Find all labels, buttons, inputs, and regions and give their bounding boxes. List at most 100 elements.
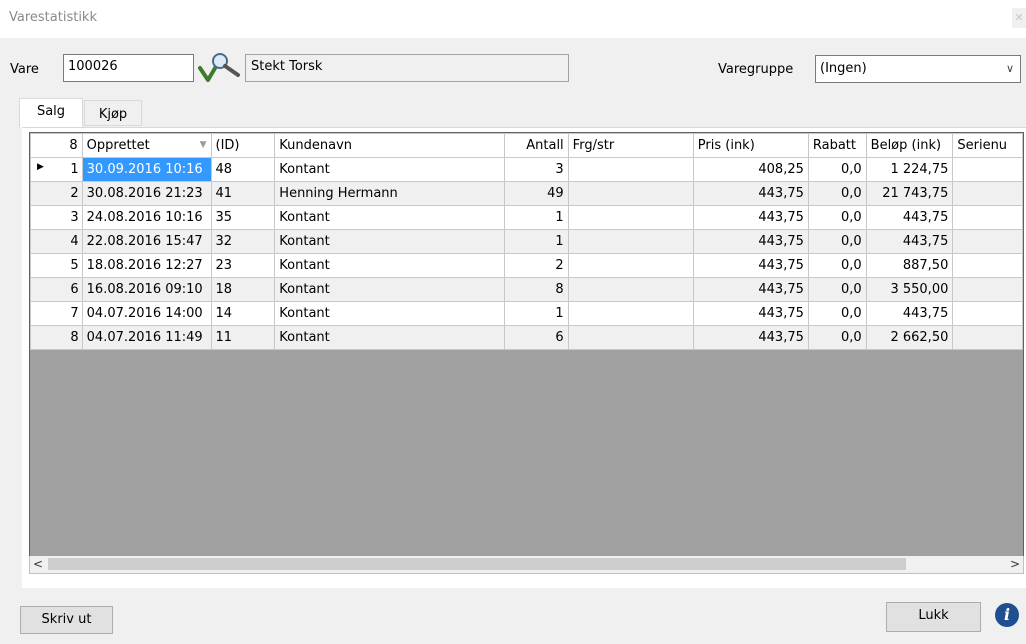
cell-pris[interactable]: 443,75 [692, 181, 809, 206]
row-header[interactable]: 5 [30, 253, 83, 278]
info-icon[interactable]: i [995, 603, 1019, 627]
cell-pris[interactable]: 443,75 [692, 205, 809, 230]
sales-grid[interactable]: 8 Opprettet ▼ (ID) Kundenavn Antall Frg/s… [29, 132, 1024, 574]
table-row[interactable]: 8 04.07.2016 11:49 11 Kontant 6 443,75 0,0 2 66… [30, 325, 1023, 350]
cell-antall[interactable]: 6 [504, 325, 569, 350]
cell-belop[interactable]: 21 743,75 [865, 181, 954, 206]
cell-belop[interactable]: 443,75 [865, 229, 954, 254]
cell-pris[interactable]: 443,75 [692, 301, 809, 326]
col-header-id[interactable]: (ID) [210, 133, 276, 158]
col-header-pris[interactable]: Pris (ink) [692, 133, 809, 158]
cell-belop[interactable]: 443,75 [865, 301, 954, 326]
cell-pris[interactable]: 443,75 [692, 229, 809, 254]
cell-rabatt[interactable]: 0,0 [807, 325, 867, 350]
cell-opprettet[interactable]: 16.08.2016 09:10 [81, 277, 212, 302]
cell-opprettet[interactable]: 04.07.2016 14:00 [81, 301, 212, 326]
cell-opprettet[interactable]: 30.09.2016 10:16 [81, 157, 212, 182]
cell-belop[interactable]: 1 224,75 [865, 157, 954, 182]
cell-antall[interactable]: 3 [504, 157, 569, 182]
varegruppe-select[interactable]: (Ingen) ∨ [815, 55, 1021, 83]
table-row[interactable]: 6 16.08.2016 09:10 18 Kontant 8 443,75 0,0 3 55… [30, 277, 1023, 302]
row-header[interactable]: 7 [30, 301, 83, 326]
cell-frgstr[interactable] [567, 301, 694, 326]
col-header-belop[interactable]: Beløp (ink) [865, 133, 954, 158]
cell-rabatt[interactable]: 0,0 [807, 181, 867, 206]
horizontal-scrollbar[interactable]: < > [29, 556, 1024, 574]
cell-frgstr[interactable] [567, 325, 694, 350]
cell-kundenavn[interactable]: Kontant [274, 277, 506, 302]
row-header[interactable]: 2 [30, 181, 83, 206]
cell-antall[interactable]: 1 [504, 301, 569, 326]
row-header[interactable]: 4 [30, 229, 83, 254]
cell-kundenavn[interactable]: Kontant [274, 253, 506, 278]
magnifier-check-icon[interactable] [197, 50, 241, 84]
cell-belop[interactable]: 443,75 [865, 205, 954, 230]
cell-id[interactable]: 35 [210, 205, 276, 230]
cell-serienummer[interactable] [952, 277, 1023, 302]
cell-kundenavn[interactable]: Henning Hermann [274, 181, 506, 206]
col-header-frgstr[interactable]: Frg/str [567, 133, 694, 158]
cell-serienummer[interactable] [952, 205, 1023, 230]
cell-belop[interactable]: 2 662,50 [865, 325, 954, 350]
row-header[interactable]: 6 [30, 277, 83, 302]
close-button[interactable]: Lukk [886, 602, 981, 632]
col-header-serienummer[interactable]: Serienu [952, 133, 1023, 158]
scroll-right-icon[interactable]: > [1007, 556, 1023, 572]
table-row[interactable]: 5 18.08.2016 12:27 23 Kontant 2 443,75 0,0 887,… [30, 253, 1023, 278]
close-icon[interactable]: ✕ [1012, 8, 1026, 28]
row-header[interactable]: 3 [30, 205, 83, 230]
cell-frgstr[interactable] [567, 157, 694, 182]
cell-id[interactable]: 41 [210, 181, 276, 206]
cell-opprettet[interactable]: 22.08.2016 15:47 [81, 229, 212, 254]
col-header-antall[interactable]: Antall [504, 133, 569, 158]
cell-serienummer[interactable] [952, 301, 1023, 326]
cell-belop[interactable]: 3 550,00 [865, 277, 954, 302]
cell-pris[interactable]: 443,75 [692, 253, 809, 278]
cell-id[interactable]: 14 [210, 301, 276, 326]
cell-rabatt[interactable]: 0,0 [807, 277, 867, 302]
tab-salg[interactable]: Salg [19, 98, 83, 128]
cell-pris[interactable]: 408,25 [692, 157, 809, 182]
cell-id[interactable]: 18 [210, 277, 276, 302]
cell-serienummer[interactable] [952, 181, 1023, 206]
cell-antall[interactable]: 1 [504, 205, 569, 230]
cell-opprettet[interactable]: 04.07.2016 11:49 [81, 325, 212, 350]
cell-kundenavn[interactable]: Kontant [274, 301, 506, 326]
cell-frgstr[interactable] [567, 229, 694, 254]
col-header-rabatt[interactable]: Rabatt [807, 133, 867, 158]
cell-serienummer[interactable] [952, 157, 1023, 182]
cell-frgstr[interactable] [567, 277, 694, 302]
cell-serienummer[interactable] [952, 229, 1023, 254]
cell-pris[interactable]: 443,75 [692, 325, 809, 350]
vare-input[interactable]: 100026 [63, 54, 194, 82]
cell-id[interactable]: 32 [210, 229, 276, 254]
tab-kjop[interactable]: Kjøp [84, 100, 142, 126]
col-header-opprettet[interactable]: Opprettet ▼ [81, 133, 212, 158]
cell-rabatt[interactable]: 0,0 [807, 229, 867, 254]
print-button[interactable]: Skriv ut [20, 606, 113, 634]
cell-belop[interactable]: 887,50 [865, 253, 954, 278]
cell-antall[interactable]: 8 [504, 277, 569, 302]
cell-serienummer[interactable] [952, 325, 1023, 350]
cell-id[interactable]: 23 [210, 253, 276, 278]
scroll-left-icon[interactable]: < [30, 556, 46, 572]
cell-frgstr[interactable] [567, 205, 694, 230]
table-row[interactable]: ▶ 1 30.09.2016 10:16 48 Kontant 3 408,25 0,0 1 2… [30, 157, 1023, 182]
cell-serienummer[interactable] [952, 253, 1023, 278]
cell-opprettet[interactable]: 24.08.2016 10:16 [81, 205, 212, 230]
table-row[interactable]: 2 30.08.2016 21:23 41 Henning Hermann 49 443,… [30, 181, 1023, 206]
cell-kundenavn[interactable]: Kontant [274, 325, 506, 350]
scrollbar-thumb[interactable] [48, 558, 906, 570]
cell-kundenavn[interactable]: Kontant [274, 205, 506, 230]
cell-antall[interactable]: 49 [504, 181, 569, 206]
col-header-kundenavn[interactable]: Kundenavn [274, 133, 506, 158]
table-row[interactable]: 4 22.08.2016 15:47 32 Kontant 1 443,75 0,0 443,… [30, 229, 1023, 254]
cell-id[interactable]: 48 [210, 157, 276, 182]
cell-antall[interactable]: 1 [504, 229, 569, 254]
cell-kundenavn[interactable]: Kontant [274, 157, 506, 182]
table-row[interactable]: 7 04.07.2016 14:00 14 Kontant 1 443,75 0,0 443,… [30, 301, 1023, 326]
row-header[interactable]: 8 [30, 325, 83, 350]
cell-rabatt[interactable]: 0,0 [807, 205, 867, 230]
cell-rabatt[interactable]: 0,0 [807, 157, 867, 182]
cell-kundenavn[interactable]: Kontant [274, 229, 506, 254]
